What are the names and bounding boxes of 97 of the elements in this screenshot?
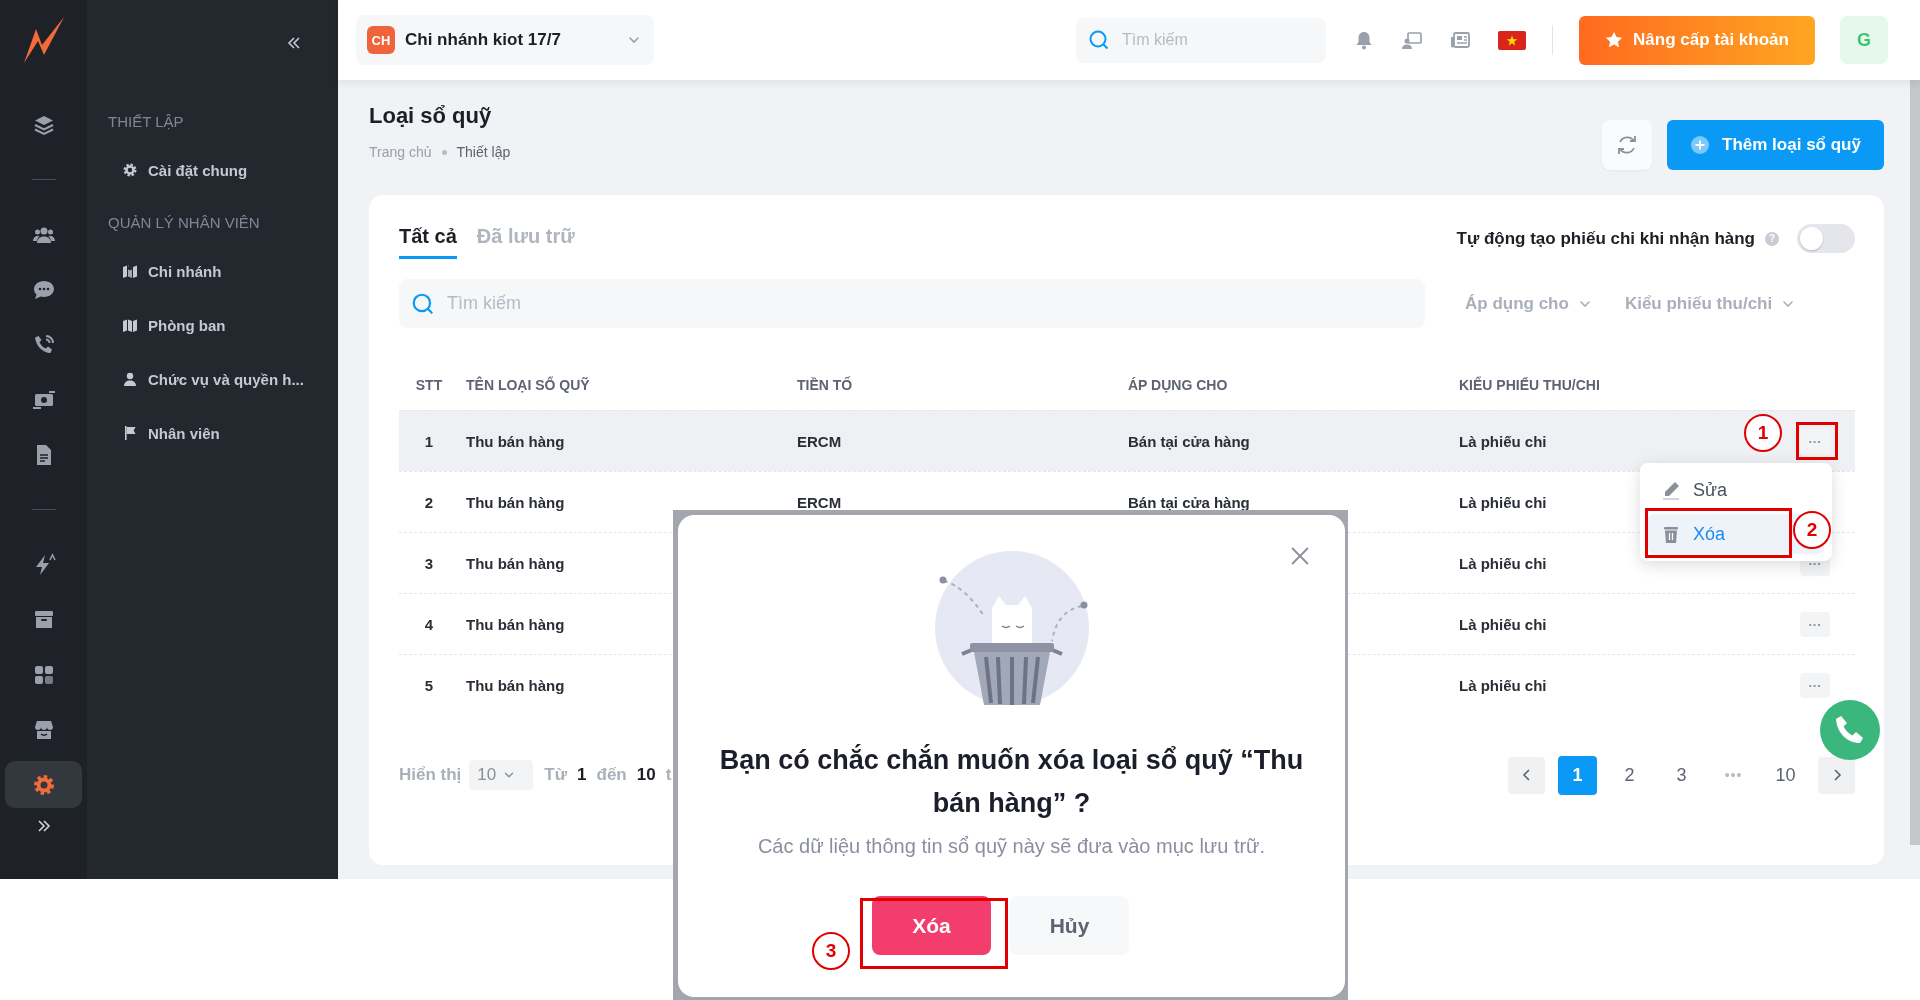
table-cell: 3 — [424, 554, 434, 572]
filter-dropdown[interactable]: Áp dụng cho — [1465, 293, 1593, 314]
sidebar-item[interactable]: Cài đặt chung — [148, 161, 248, 179]
toggle-label: Tự động tạo phiếu chi khi nhận hàng — [1456, 228, 1755, 249]
toggle-switch[interactable] — [1797, 224, 1855, 253]
person-icon — [122, 371, 138, 387]
table-cell: Là phiếu chi — [1459, 615, 1547, 633]
table-cell: Thu bán hàng — [466, 615, 565, 633]
table-cell: Thu bán hàng — [466, 432, 565, 450]
tab[interactable]: Đã lưu trữ — [476, 220, 575, 259]
pencil-icon — [1661, 480, 1681, 500]
range-text: t — [665, 765, 672, 785]
sidebar-item[interactable]: Chức vụ và quyền h... — [148, 370, 304, 388]
table-cell: Thu bán hàng — [466, 493, 565, 511]
table-cell: 5 — [424, 676, 434, 694]
expand-icon[interactable] — [35, 818, 52, 834]
more-button[interactable]: ··· — [1800, 672, 1830, 698]
page-button[interactable]: 3 — [1662, 755, 1701, 795]
page-ellipsis[interactable]: ••• — [1714, 755, 1753, 795]
highlight-frame — [1796, 422, 1838, 460]
add-button[interactable]: Thêm loại sổ quỹ — [1667, 120, 1884, 170]
dialog-message: Các dữ liệu thông tin sổ quỹ này sẽ đưa vào mục lưu trữ. — [757, 835, 1266, 858]
filter-dropdown[interactable]: Kiểu phiếu thu/chi — [1624, 293, 1797, 314]
trash-icon — [1661, 524, 1681, 544]
table-cell: Thu bán hàng — [466, 554, 565, 572]
refresh-button[interactable] — [1602, 120, 1652, 170]
page-button[interactable]: 2 — [1610, 755, 1649, 795]
plus-icon — [1690, 135, 1711, 155]
table-cell: ERCM — [797, 493, 842, 511]
table-cell: Là phiếu chi — [1459, 554, 1547, 572]
table-cell: Là phiếu chi — [1459, 676, 1547, 694]
search-bar[interactable]: Tìm kiếm — [399, 279, 1425, 328]
column-header: TÊN LOẠI SỔ QUỸ — [466, 377, 590, 393]
close-button[interactable] — [1289, 545, 1311, 567]
sidebar-item[interactable]: Phòng ban — [148, 316, 226, 334]
breadcrumb-current: Thiết lập — [456, 144, 511, 160]
table-cell: 1 — [424, 432, 434, 450]
page-size-label: Hiển thị — [399, 765, 462, 785]
page-title: Loại sổ quỹ — [369, 102, 493, 130]
flag-icon — [122, 425, 138, 441]
sidebar-item[interactable]: Nhân viên — [148, 424, 220, 442]
branch-select[interactable]: CH Chi nhánh kiot 17/7 — [356, 15, 654, 65]
sidebar-item[interactable]: Chi nhánh — [148, 262, 222, 280]
more-button[interactable]: ··· — [1800, 428, 1830, 454]
map-icon — [122, 317, 138, 333]
page-button[interactable]: 10 — [1766, 755, 1805, 795]
bell-icon[interactable] — [1354, 30, 1374, 50]
table-cell: Bán tại cửa hàng — [1128, 493, 1250, 511]
help-icon[interactable]: ? — [1765, 231, 1779, 246]
search-input[interactable]: Tìm kiếm — [1120, 30, 1304, 50]
gear-icon — [122, 162, 138, 178]
table-cell: Là phiếu chi — [1459, 432, 1547, 450]
range-text: đến — [596, 765, 627, 785]
range-number: 10 — [636, 765, 656, 785]
close-icon — [1289, 545, 1311, 567]
delete-button[interactable]: Xóa — [872, 896, 991, 955]
table-cell: 4 — [424, 615, 434, 633]
range-text: Từ — [544, 765, 568, 785]
column-header: STT — [415, 377, 443, 393]
search-icon — [411, 291, 435, 316]
scrollbar[interactable] — [1910, 80, 1920, 845]
section-title: QUẢN LÝ NHÂN VIÊN — [108, 212, 261, 233]
table-cell: Là phiếu chi — [1459, 493, 1547, 511]
rail-item[interactable] — [5, 761, 82, 808]
tab[interactable]: Tất cả — [399, 220, 457, 259]
collapse-icon[interactable] — [286, 35, 302, 51]
branch-badge: CH — [367, 26, 395, 54]
table-cell: Bán tại cửa hàng — [1128, 432, 1250, 450]
breadcrumb-link[interactable]: Trang chủ — [369, 144, 432, 160]
map-pin-icon — [122, 263, 138, 279]
column-header: ÁP DỤNG CHO — [1128, 377, 1228, 393]
table-cell: Thu bán hàng — [466, 676, 565, 694]
column-header: KIỂU PHIẾU THU/CHI — [1459, 377, 1600, 393]
dialog-title: Bạn có chắc chắn muốn xóa loại sổ quỹ “Thu bán hàng” ? — [718, 743, 1305, 820]
search-bar[interactable]: Tìm kiếm — [1076, 17, 1326, 63]
table-cell: ERCM — [797, 432, 842, 450]
range-number: 1 — [577, 765, 587, 785]
upgrade-button[interactable]: Nâng cấp tài khoản — [1579, 15, 1815, 65]
phone-call-button[interactable] — [1820, 700, 1880, 760]
menu-item[interactable]: Sửa — [1648, 470, 1824, 510]
gear-icon — [31, 772, 56, 797]
search-icon — [1088, 29, 1110, 51]
branch-name: Chi nhánh kiot 17/7 — [405, 30, 562, 50]
cancel-button[interactable]: Hủy — [1010, 896, 1129, 955]
search-input[interactable]: Tìm kiếm — [445, 292, 1413, 315]
column-header: TIỀN TỐ — [797, 377, 853, 393]
user-avatar[interactable]: G — [1840, 16, 1888, 64]
newspaper-icon[interactable] — [1450, 30, 1470, 50]
more-button[interactable]: ··· — [1800, 611, 1830, 637]
table-cell: 2 — [424, 493, 434, 511]
star-icon — [1605, 31, 1624, 49]
flag-icon[interactable] — [1498, 30, 1526, 50]
refresh-icon — [1615, 133, 1639, 157]
page-button[interactable]: 1 — [1558, 755, 1597, 795]
section-title: THIẾT LẬP — [108, 111, 185, 132]
screen-person-icon[interactable] — [1402, 30, 1422, 50]
page-size-select[interactable]: 10 — [469, 760, 534, 790]
